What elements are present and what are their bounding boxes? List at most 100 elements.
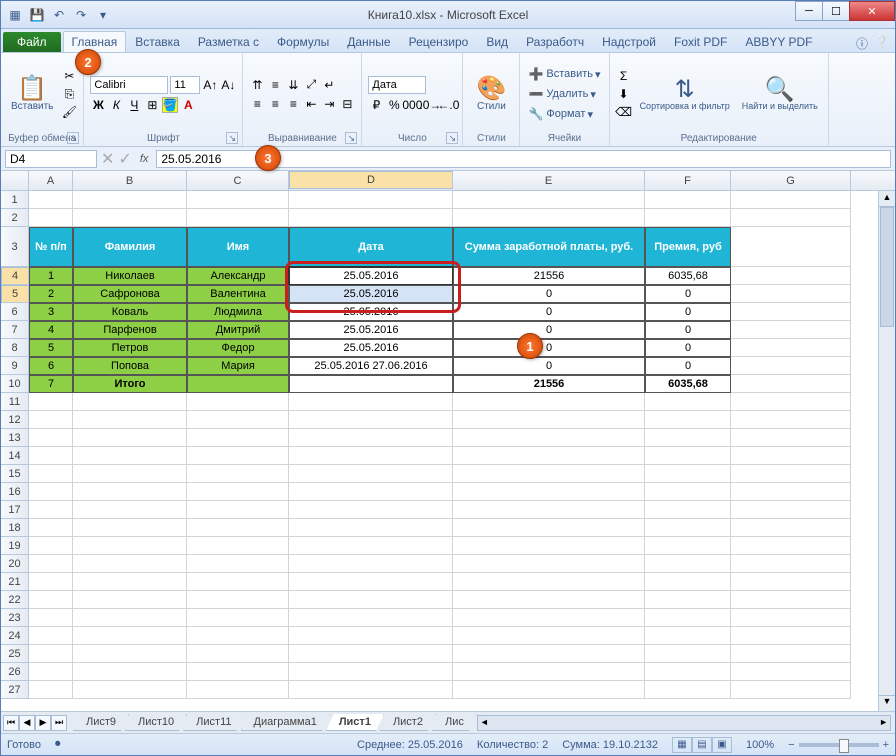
cell[interactable] <box>73 483 187 501</box>
cell[interactable] <box>73 501 187 519</box>
align-left-icon[interactable]: ≡ <box>249 96 265 112</box>
view-page-layout-icon[interactable]: ▤ <box>692 737 712 753</box>
cell[interactable] <box>645 465 731 483</box>
macro-record-icon[interactable]: ⏺ <box>55 738 61 751</box>
cell[interactable] <box>645 191 731 209</box>
cell[interactable]: 0 <box>645 321 731 339</box>
cell[interactable]: Фамилия <box>73 227 187 267</box>
cell[interactable] <box>187 191 289 209</box>
cell[interactable] <box>645 627 731 645</box>
cell[interactable] <box>731 609 851 627</box>
cell[interactable] <box>289 519 453 537</box>
redo-icon[interactable]: ↷ <box>71 5 91 25</box>
tab-data[interactable]: Данные <box>338 31 399 52</box>
col-header[interactable]: C <box>187 171 289 190</box>
cell[interactable] <box>289 573 453 591</box>
cell[interactable] <box>29 573 73 591</box>
cell[interactable] <box>731 339 851 357</box>
clear-icon[interactable]: ⌫ <box>616 104 632 120</box>
cell[interactable]: Александр <box>187 267 289 285</box>
save-icon[interactable]: 💾 <box>27 5 47 25</box>
row-header[interactable]: 13 <box>1 429 29 447</box>
cell[interactable] <box>29 447 73 465</box>
cell[interactable] <box>453 209 645 227</box>
tab-formulas[interactable]: Формулы <box>268 31 338 52</box>
cell[interactable] <box>731 191 851 209</box>
cell[interactable] <box>29 519 73 537</box>
sheet-nav-last-icon[interactable]: ⏭ <box>51 715 67 731</box>
help-icon[interactable]: ❔ <box>874 35 889 52</box>
cell[interactable] <box>29 483 73 501</box>
delete-cells-button[interactable]: ➖Удалить ▾ <box>526 85 602 103</box>
format-painter-icon[interactable]: 🖌 <box>61 104 77 120</box>
zoom-slider[interactable] <box>799 743 879 747</box>
align-middle-icon[interactable]: ≡ <box>267 77 283 93</box>
col-header[interactable]: G <box>731 171 851 190</box>
indent-inc-icon[interactable]: ⇥ <box>321 96 337 112</box>
row-header[interactable]: 17 <box>1 501 29 519</box>
cell[interactable] <box>187 375 289 393</box>
tab-addins[interactable]: Надстрой <box>593 31 665 52</box>
cell[interactable]: Николаев <box>73 267 187 285</box>
cell[interactable] <box>289 591 453 609</box>
cell[interactable]: 0 <box>645 339 731 357</box>
fill-color-icon[interactable]: 🪣 <box>162 97 178 113</box>
row-header[interactable]: 10 <box>1 375 29 393</box>
tab-abbyy[interactable]: ABBYY PDF <box>736 31 821 52</box>
cell[interactable] <box>289 609 453 627</box>
zoom-level[interactable]: 100% <box>746 739 774 751</box>
percent-icon[interactable]: % <box>386 97 402 113</box>
row-header[interactable]: 7 <box>1 321 29 339</box>
sheet-nav-first-icon[interactable]: ⏮ <box>3 715 19 731</box>
cell[interactable]: Петров <box>73 339 187 357</box>
dec-decimal-icon[interactable]: ←.0 <box>440 97 456 113</box>
font-size-select[interactable] <box>170 76 200 94</box>
cell[interactable] <box>645 429 731 447</box>
insert-cells-button[interactable]: ➕Вставить ▾ <box>526 65 602 83</box>
cell[interactable]: 25.05.2016 27.06.2016 <box>289 357 453 375</box>
name-box[interactable] <box>5 150 97 168</box>
row-header[interactable]: 26 <box>1 663 29 681</box>
cell[interactable] <box>73 555 187 573</box>
cell[interactable] <box>187 429 289 447</box>
cell[interactable] <box>453 465 645 483</box>
col-header[interactable]: B <box>73 171 187 190</box>
cell[interactable] <box>29 609 73 627</box>
cell[interactable] <box>73 429 187 447</box>
excel-icon[interactable]: ▦ <box>5 5 25 25</box>
view-normal-icon[interactable]: ▦ <box>672 737 692 753</box>
cancel-formula-icon[interactable]: ✕ <box>101 149 114 169</box>
cell[interactable] <box>645 537 731 555</box>
cell[interactable] <box>645 663 731 681</box>
cell[interactable] <box>453 627 645 645</box>
cell[interactable] <box>731 501 851 519</box>
row-header[interactable]: 23 <box>1 609 29 627</box>
cell[interactable]: Сумма заработной платы, руб. <box>453 227 645 267</box>
undo-icon[interactable]: ↶ <box>49 5 69 25</box>
find-select-button[interactable]: 🔍 Найти и выделить <box>738 57 822 131</box>
cell[interactable] <box>453 537 645 555</box>
cell[interactable]: 25.05.2016 <box>289 339 453 357</box>
merge-icon[interactable]: ⊟ <box>339 96 355 112</box>
cell[interactable] <box>731 465 851 483</box>
cell[interactable]: Премия, руб <box>645 227 731 267</box>
cell[interactable] <box>73 591 187 609</box>
cell[interactable] <box>731 681 851 699</box>
cell[interactable] <box>731 645 851 663</box>
cell[interactable]: 21556 <box>453 375 645 393</box>
select-all-corner[interactable] <box>1 171 29 190</box>
row-header[interactable]: 19 <box>1 537 29 555</box>
row-header[interactable]: 9 <box>1 357 29 375</box>
cell[interactable] <box>731 267 851 285</box>
cell[interactable] <box>645 447 731 465</box>
cell[interactable] <box>289 411 453 429</box>
qat-custom-icon[interactable]: ▾ <box>93 5 113 25</box>
styles-button[interactable]: 🎨 Стили <box>469 57 513 131</box>
cell[interactable] <box>73 393 187 411</box>
cell[interactable] <box>731 627 851 645</box>
cell[interactable] <box>289 537 453 555</box>
row-header[interactable]: 25 <box>1 645 29 663</box>
cell[interactable] <box>73 191 187 209</box>
cell[interactable] <box>29 429 73 447</box>
cell[interactable]: 6 <box>29 357 73 375</box>
